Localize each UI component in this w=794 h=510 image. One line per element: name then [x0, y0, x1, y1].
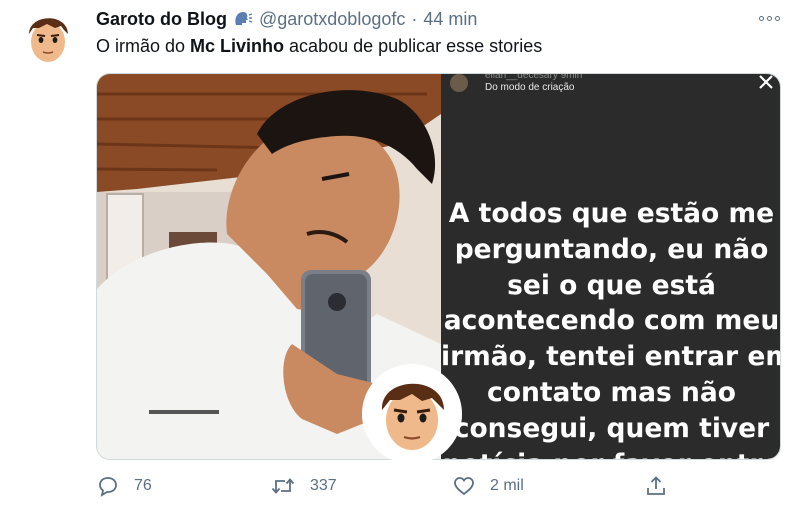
speaking-head-icon: [233, 10, 253, 28]
retweet-button[interactable]: 337: [270, 474, 337, 498]
story-line: irmão, tentei entrar em: [441, 341, 781, 373]
story-text: A todos que estão me perguntando, eu não…: [441, 196, 781, 459]
separator-dot: ·: [411, 8, 418, 29]
close-icon: [758, 74, 774, 90]
story-screenshot: ellan__decesary 9min Do modo de criação …: [441, 73, 781, 459]
story-username: ellan__decesary 9min: [485, 73, 583, 81]
reply-count: 76: [134, 477, 152, 494]
like-count: 2 mil: [490, 477, 524, 494]
story-line: A todos que estão me: [448, 198, 775, 229]
reply-button[interactable]: 76: [96, 474, 152, 498]
like-button[interactable]: 2 mil: [452, 474, 524, 498]
story-line: contato mas não: [487, 376, 736, 408]
like-icon: [454, 477, 474, 496]
story-line: perguntando, eu não: [454, 233, 769, 265]
tweet-text-before: O irmão do: [96, 36, 191, 56]
tweet-time[interactable]: 44 min: [423, 9, 477, 30]
more-icon[interactable]: [756, 10, 782, 26]
share-icon: [647, 476, 665, 495]
tweet-header: Garoto do Blog @garotxdoblogofc · 44 min: [96, 6, 477, 32]
author-handle[interactable]: @garotxdoblogofc: [259, 9, 405, 30]
retweet-count: 337: [310, 477, 337, 494]
story-avatar: [450, 74, 468, 92]
share-button[interactable]: [644, 474, 668, 498]
tweet-text-bold: Mc Livinho: [190, 36, 285, 56]
retweet-icon: [271, 478, 295, 494]
story-line: notícia por favor entre: [441, 447, 780, 459]
reply-icon: [99, 477, 117, 497]
story-line: acontecendo com meu: [443, 305, 780, 337]
tweet-text-after: acabou de publicar esse stories: [284, 36, 543, 56]
watermark-avatar: [362, 364, 462, 464]
story-subtitle: Do modo de criação: [485, 82, 575, 93]
author-name[interactable]: Garoto do Blog: [96, 9, 227, 30]
tweet-text: O irmão do Mc Livinho acabou de publicar…: [96, 36, 542, 57]
cartoon-avatar: [17, 6, 79, 68]
story-line: sei o que está: [507, 269, 716, 301]
tweet-actions: 76 337 2 mil: [0, 474, 794, 502]
author-avatar[interactable]: [17, 6, 79, 68]
story-line: consegui, quem tiver: [453, 412, 770, 444]
